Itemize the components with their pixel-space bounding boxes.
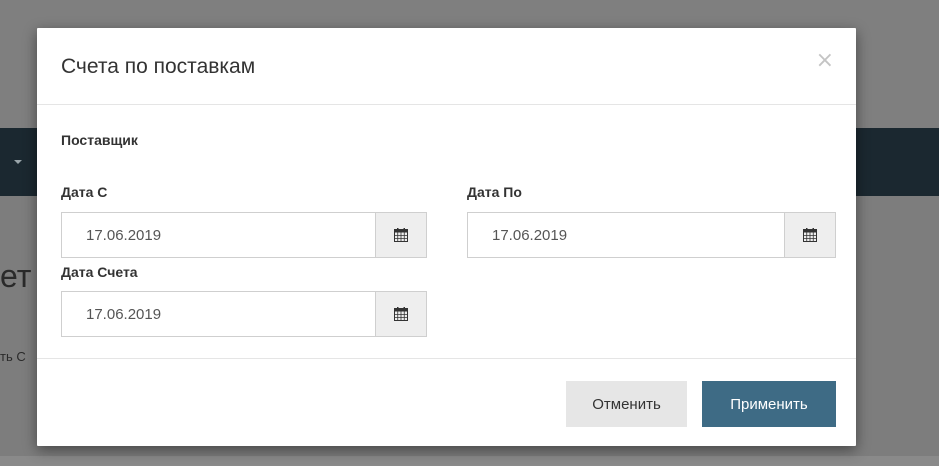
invoice-date-calendar-button[interactable] [375, 291, 427, 337]
calendar-icon [394, 228, 408, 242]
invoice-date-label: Дата Счета [61, 264, 138, 280]
modal-footer: Отменить Применить [37, 358, 856, 447]
date-from-group [61, 212, 427, 258]
close-button[interactable]: × [816, 48, 834, 74]
modal-title: Счета по поставкам [61, 55, 256, 78]
date-from-label: Дата С [61, 184, 108, 200]
date-to-input[interactable] [467, 212, 784, 258]
apply-button[interactable]: Применить [702, 381, 836, 427]
date-to-group [467, 212, 836, 258]
date-from-calendar-button[interactable] [375, 212, 427, 258]
navbar-caret-icon [14, 160, 22, 164]
supplier-label: Поставщик [61, 132, 138, 148]
modal-body: Поставщик Дата С Дата По [37, 105, 856, 357]
calendar-icon [394, 307, 408, 321]
invoices-modal: Счета по поставкам × Поставщик Дата С Да… [37, 28, 856, 446]
calendar-icon [803, 228, 817, 242]
invoice-date-group [61, 291, 427, 337]
date-to-label: Дата По [467, 184, 522, 200]
modal-header: Счета по поставкам × [37, 28, 856, 105]
invoice-date-input[interactable] [61, 291, 375, 337]
background-link: ть С [0, 349, 26, 364]
background-footer-strip [0, 456, 939, 466]
date-from-input[interactable] [61, 212, 375, 258]
date-to-calendar-button[interactable] [784, 212, 836, 258]
cancel-button[interactable]: Отменить [566, 381, 687, 427]
background-heading: ет [0, 258, 32, 294]
